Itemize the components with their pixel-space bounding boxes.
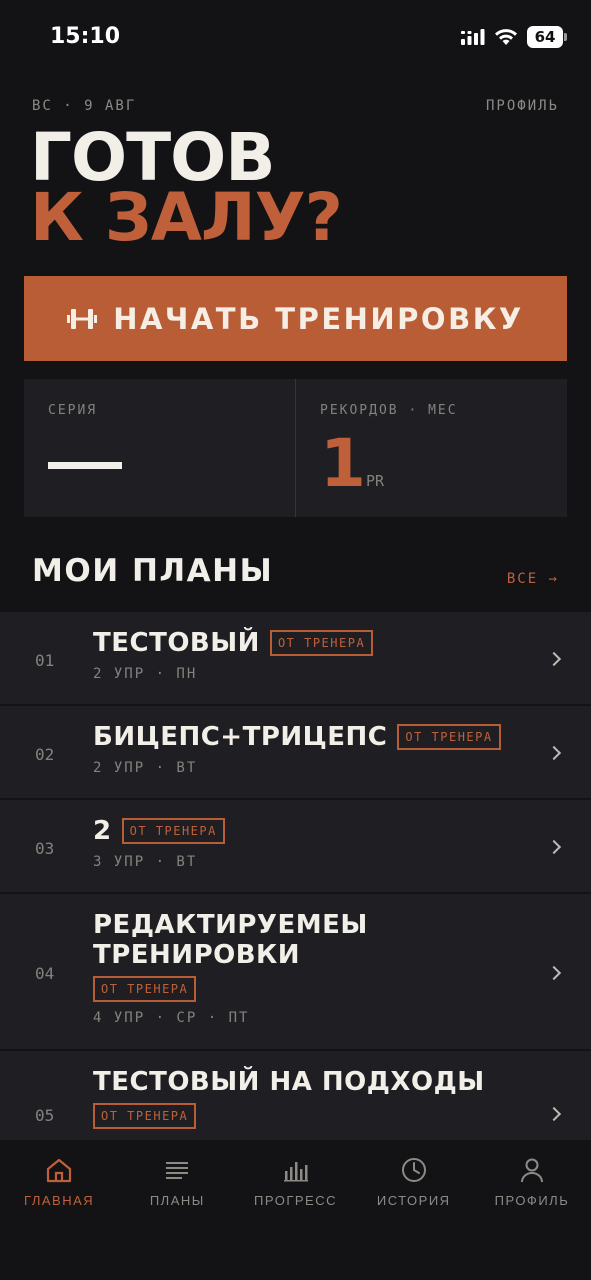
- start-workout-button[interactable]: НАЧАТЬ ТРЕНИРОВКУ: [24, 276, 567, 361]
- plan-row[interactable]: 05 ТЕСТОВЫЙ НА ПОДХОДЫ ОТ ТРЕНЕРА: [0, 1051, 591, 1140]
- trainer-badge: ОТ ТРЕНЕРА: [397, 724, 501, 750]
- all-plans-link[interactable]: ВСЕ →: [507, 571, 559, 587]
- plan-meta: 3 УПР · ВТ: [93, 854, 198, 870]
- wifi-icon: [495, 29, 517, 45]
- plan-number: 05: [35, 1106, 55, 1125]
- plan-number: 04: [35, 964, 55, 983]
- tab-history[interactable]: ИСТОРИЯ: [355, 1140, 473, 1280]
- battery-icon: 64: [527, 26, 567, 48]
- plan-meta: 2 УПР · ВТ: [93, 760, 198, 776]
- headline: ГОТОВ К ЗАЛУ?: [30, 125, 343, 256]
- home-icon: [46, 1158, 72, 1183]
- bar-chart-icon: [283, 1162, 308, 1182]
- headline-line-2: К ЗАЛУ?: [30, 179, 343, 256]
- plan-number: 03: [35, 839, 55, 858]
- streak-empty-dash: [48, 462, 122, 469]
- plans-section-title: МОИ ПЛАНЫ: [32, 553, 274, 589]
- plan-title: ТЕСТОВЫЙ НА ПОДХОДЫ: [93, 1067, 485, 1097]
- plan-row[interactable]: 03 2 ОТ ТРЕНЕРА 3 УПР · ВТ: [0, 800, 591, 892]
- records-stat: РЕКОРДОВ · МЕС 1 PR: [295, 379, 567, 517]
- stats-panel: СЕРИЯ РЕКОРДОВ · МЕС 1 PR: [24, 379, 567, 517]
- cellular-signal-icon: [461, 29, 485, 45]
- user-icon: [520, 1158, 543, 1183]
- plan-title: 2: [93, 816, 112, 846]
- plan-row[interactable]: 01 ТЕСТОВЫЙ ОТ ТРЕНЕРА 2 УПР · ПН: [0, 612, 591, 704]
- trainer-badge: ОТ ТРЕНЕРА: [121, 818, 225, 844]
- records-unit: PR: [366, 472, 385, 490]
- tab-progress[interactable]: ПРОГРЕСС: [236, 1140, 354, 1280]
- streak-stat: СЕРИЯ: [24, 379, 295, 517]
- plan-number: 02: [35, 745, 55, 764]
- status-time: 15:10: [50, 24, 121, 49]
- status-bar: 15:10 64: [0, 0, 591, 76]
- plan-number: 01: [35, 651, 55, 670]
- current-date: ВС · 9 АВГ: [32, 98, 137, 114]
- trainer-badge: ОТ ТРЕНЕРА: [269, 630, 374, 656]
- plan-title: БИЦЕПС+ТРИЦЕПС: [93, 722, 388, 752]
- tab-profile[interactable]: ПРОФИЛЬ: [473, 1140, 591, 1280]
- start-workout-label: НАЧАТЬ ТРЕНИРОВКУ: [113, 301, 524, 336]
- dumbbell-icon: [67, 308, 98, 329]
- tab-plans[interactable]: ПЛАНЫ: [118, 1140, 236, 1280]
- status-icons: 64: [461, 26, 567, 48]
- header-row: ВС · 9 АВГ ПРОФИЛЬ: [32, 98, 559, 118]
- chevron-right-icon: [546, 1106, 562, 1122]
- trainer-badge: ОТ ТРЕНЕРА: [93, 1103, 197, 1129]
- plan-row[interactable]: 04 РЕДАКТИРУЕМЕЫ ТРЕНИРОВКИ ОТ ТРЕНЕРА 4…: [0, 894, 591, 1049]
- tab-profile-label: ПРОФИЛЬ: [494, 1193, 570, 1208]
- tab-progress-label: ПРОГРЕСС: [254, 1193, 337, 1208]
- plans-list: 01 ТЕСТОВЫЙ ОТ ТРЕНЕРА 2 УПР · ПН 02 БИЦЕ…: [0, 612, 591, 1140]
- tab-home[interactable]: ГЛАВНАЯ: [0, 1140, 118, 1280]
- clock-icon: [401, 1158, 426, 1182]
- plan-meta: 2 УПР · ПН: [93, 666, 198, 682]
- tab-bar: ГЛАВНАЯ ПЛАНЫ ПРОГРЕСС ИСТОРИЯ ПРОФИЛЬ: [0, 1140, 591, 1280]
- records-label: РЕКОРДОВ · МЕС: [320, 403, 458, 418]
- tab-home-label: ГЛАВНАЯ: [24, 1193, 95, 1208]
- trainer-badge: ОТ ТРЕНЕРА: [93, 976, 197, 1002]
- tab-plans-label: ПЛАНЫ: [149, 1193, 205, 1208]
- chevron-right-icon: [546, 651, 562, 667]
- tab-history-label: ИСТОРИЯ: [376, 1193, 451, 1208]
- chevron-right-icon: [546, 965, 562, 981]
- plan-meta: 4 УПР · СР · ПТ: [93, 1010, 250, 1026]
- plan-row[interactable]: 02 БИЦЕПС+ТРИЦЕПС ОТ ТРЕНЕРА 2 УПР · ВТ: [0, 706, 591, 798]
- streak-label: СЕРИЯ: [48, 403, 98, 418]
- chevron-right-icon: [546, 839, 562, 855]
- plan-title: РЕДАКТИРУЕМЕЫ ТРЕНИРОВКИ: [93, 910, 368, 970]
- records-value: 1: [320, 425, 366, 502]
- plan-title: ТЕСТОВЫЙ: [93, 628, 260, 658]
- list-icon: [166, 1162, 189, 1179]
- profile-link[interactable]: ПРОФИЛЬ: [486, 98, 559, 118]
